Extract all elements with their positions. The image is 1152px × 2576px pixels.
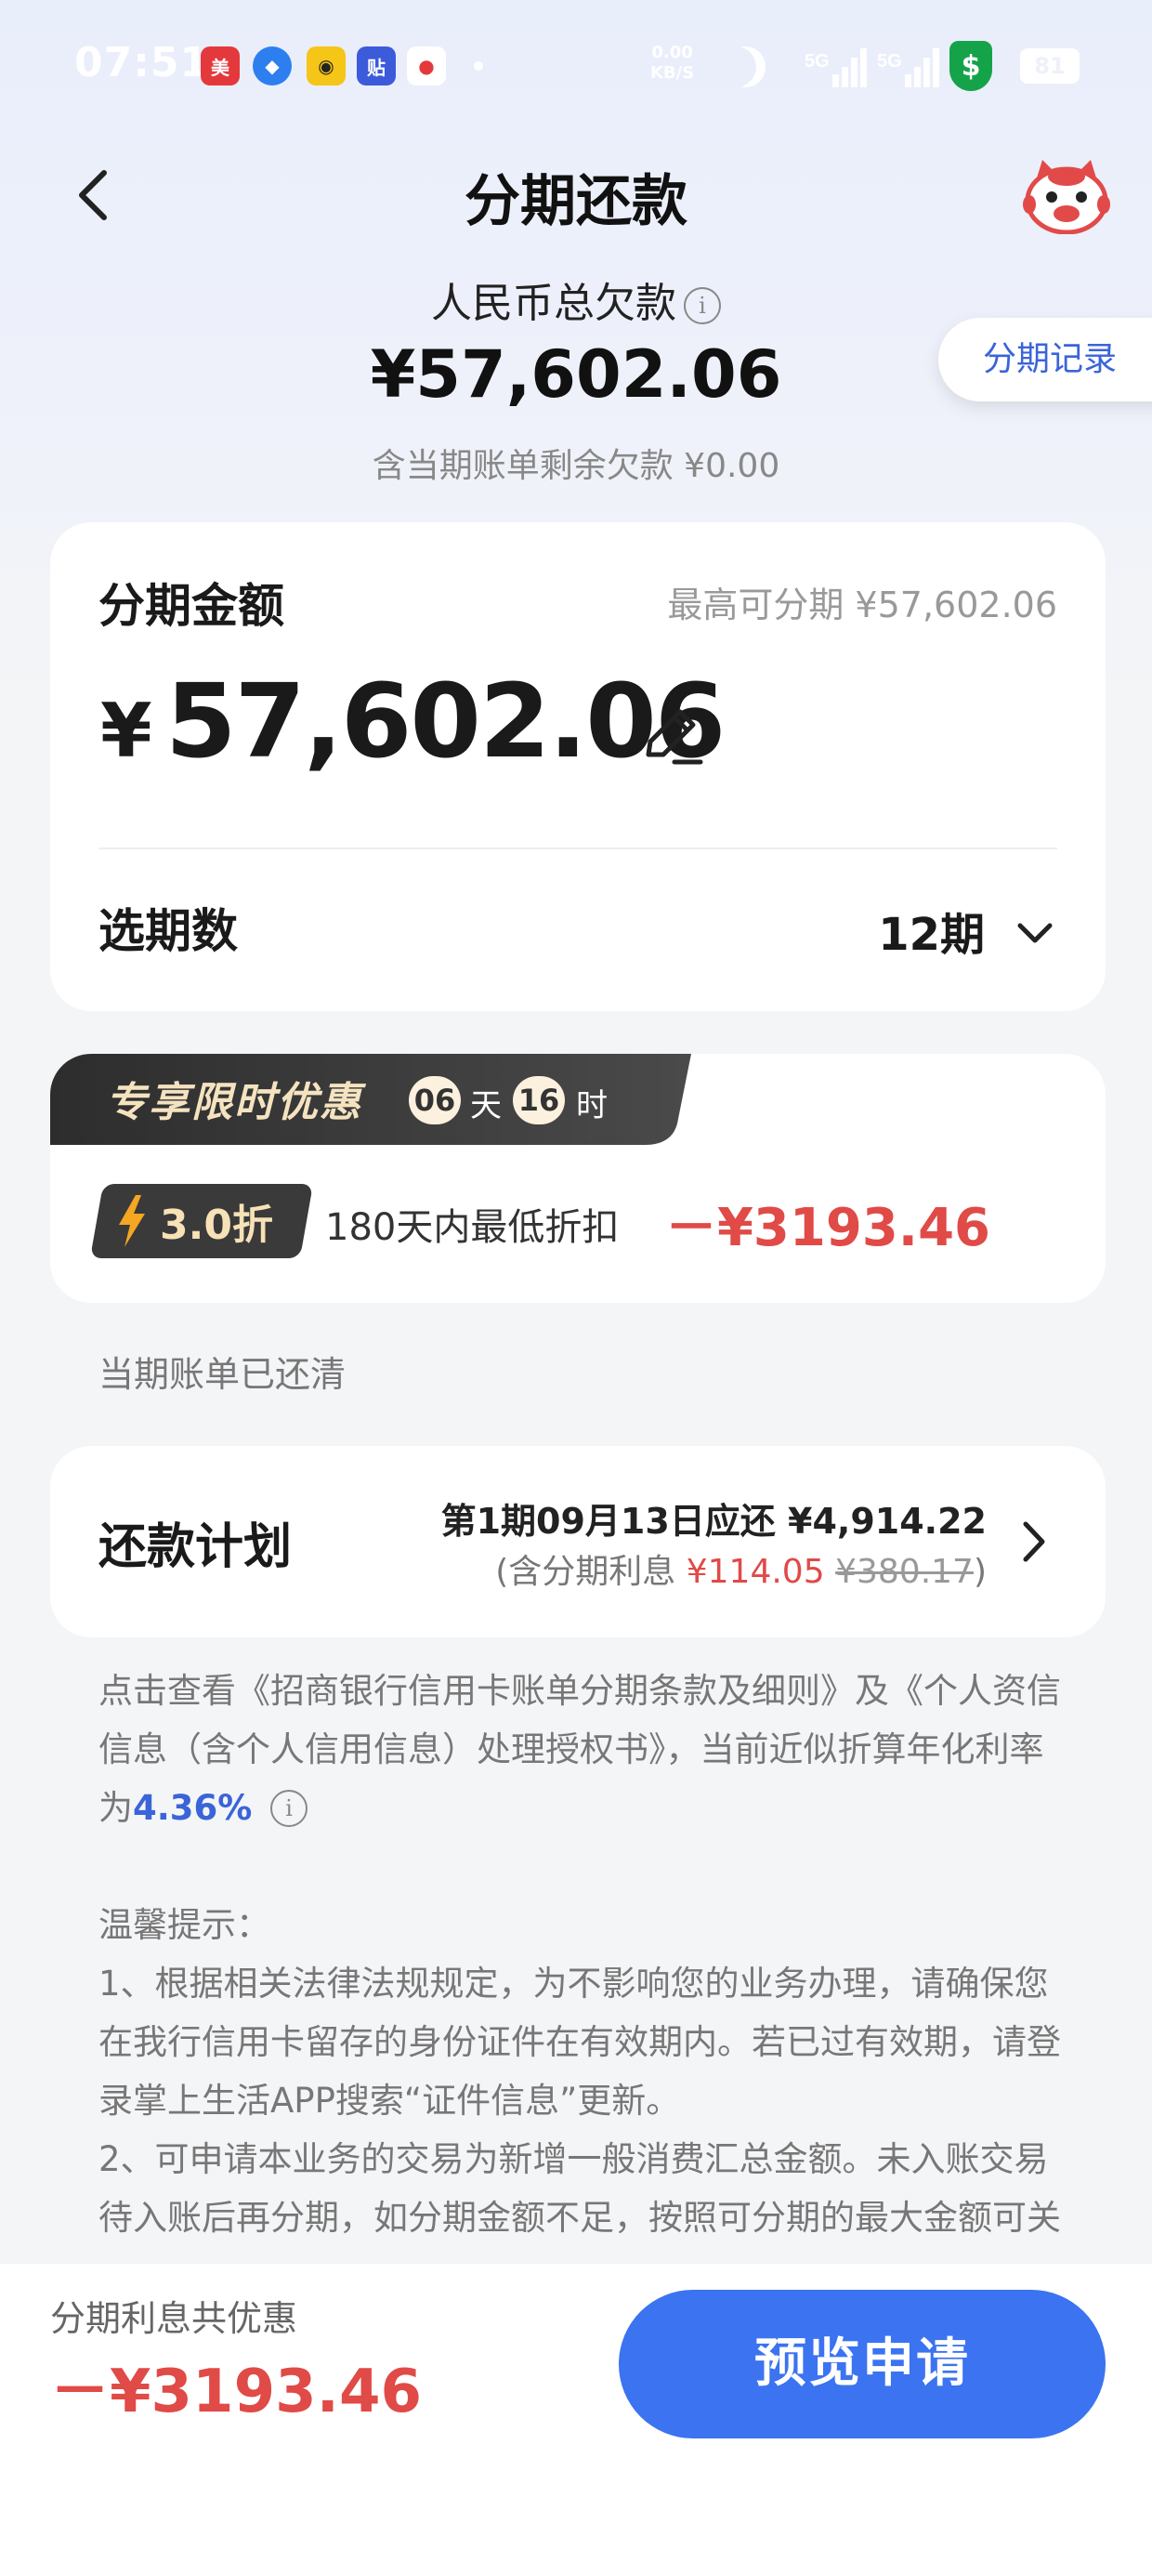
promo-title: 专享限时优惠 xyxy=(106,1079,362,1126)
edit-pencil-icon[interactable] xyxy=(637,703,706,771)
mascot-icon[interactable] xyxy=(1022,156,1111,234)
discount-rate: 3.0折 xyxy=(160,1202,273,1249)
warm-tips: 温馨提示： 1、根据相关法律法规规定，为不影响您的业务办理，请确保您在我行信用卡… xyxy=(98,1896,1065,2267)
signal-1-icon: 5G xyxy=(805,48,867,87)
page-title: 分期还款 xyxy=(465,169,687,234)
svg-text:5G: 5G xyxy=(877,51,902,72)
meituan-app-icon: 美 xyxy=(201,46,240,85)
installment-amount-card: 分期金额 最高可分期 ¥57,602.06 ¥ 57,602.06 选期数 12… xyxy=(50,522,1106,1011)
countdown-day-unit: 天 xyxy=(470,1087,502,1124)
current-bill-remaining: 含当期账单剩余欠款 ¥0.00 xyxy=(372,447,780,485)
repayment-plan-label: 还款计划 xyxy=(98,1519,293,1575)
meituan-bike-icon: ◉ xyxy=(307,46,346,85)
countdown-hour-unit: 时 xyxy=(576,1087,608,1124)
annualized-rate: 4.36% xyxy=(133,1788,253,1828)
tips-item-2: 2、可申请本业务的交易为新增一般消费汇总金额。未入账交易待入账后再分期，如分期金… xyxy=(98,2139,1061,2238)
chevron-down-icon[interactable] xyxy=(1015,913,1055,953)
repayment-plan-card[interactable]: 还款计划 第1期09月13日应还 ¥4,914.22 (含分期利息 ¥114.0… xyxy=(50,1446,1106,1637)
discounted-interest: ¥114.05 xyxy=(686,1553,825,1591)
rate-info-icon[interactable]: i xyxy=(270,1790,308,1827)
max-installment-amount: 最高可分期 ¥57,602.06 xyxy=(667,585,1057,625)
bill-status: 当期账单已还清 xyxy=(98,1354,347,1395)
currency-symbol: ¥ xyxy=(100,688,152,774)
tieba-app-icon: 贴 xyxy=(357,46,396,85)
network-speed: 0.00 KB/S xyxy=(650,43,695,83)
interest-saving-label: 分期利息共优惠 xyxy=(50,2298,298,2339)
terms-text[interactable]: 点击查看《招商银行信用卡账单分期条款及细则》及《个人资信信息（含个人信用信息）处… xyxy=(98,1662,1065,1837)
discount-description: 180天内最低折扣 xyxy=(325,1206,620,1249)
preview-apply-button[interactable]: 预览申请 xyxy=(619,2290,1106,2438)
battery-icon: 81 xyxy=(1020,48,1080,84)
installment-amount-label: 分期金额 xyxy=(98,579,284,633)
svg-text:5G: 5G xyxy=(805,51,830,72)
tips-title: 温馨提示： xyxy=(98,1905,270,1945)
selected-period-value[interactable]: 12期 xyxy=(878,898,985,963)
security-shield-icon: $ xyxy=(949,41,992,91)
countdown-hours: 16 xyxy=(513,1076,565,1124)
promo-card: 专享限时优惠 06 天 16 时 3.0折 180天内最低折扣 －¥3193.4… xyxy=(50,1054,1106,1303)
installment-interest-note: (含分期利息 ¥114.05 ¥380.17) xyxy=(495,1553,987,1591)
interest-saving-amount: －¥3193.46 xyxy=(50,2358,423,2426)
original-interest: ¥380.17 xyxy=(835,1553,974,1591)
lightning-bolt-icon xyxy=(119,1195,145,1247)
do-not-disturb-moon-icon xyxy=(725,46,766,87)
select-period-label: 选期数 xyxy=(98,904,238,958)
signal-2-icon: 5G xyxy=(877,48,939,87)
divider xyxy=(98,848,1057,849)
status-bar: 07:51 美 ◆ ◉ 贴 ● 0.00 KB/S 5G 5G $ 81 xyxy=(0,28,1152,112)
discount-saving: －¥3193.46 xyxy=(664,1198,990,1258)
chevron-right-icon[interactable] xyxy=(1018,1518,1050,1565)
countdown-days: 06 xyxy=(409,1076,461,1124)
bottom-bar: 分期利息共优惠 －¥3193.46 预览申请 xyxy=(0,2264,1152,2576)
mobile-app-icon: ● xyxy=(407,46,446,85)
feather-app-icon: ◆ xyxy=(253,46,292,85)
info-icon[interactable]: i xyxy=(684,287,721,324)
status-time: 07:51 xyxy=(74,39,210,86)
more-notifications-dot xyxy=(474,61,483,71)
installment-records-button[interactable]: 分期记录 xyxy=(938,318,1152,401)
first-installment-due: 第1期09月13日应还 ¥4,914.22 xyxy=(440,1501,987,1542)
tips-item-1: 1、根据相关法律法规规定，为不影响您的业务办理，请确保您在我行信用卡留存的身份证… xyxy=(98,1964,1061,2121)
